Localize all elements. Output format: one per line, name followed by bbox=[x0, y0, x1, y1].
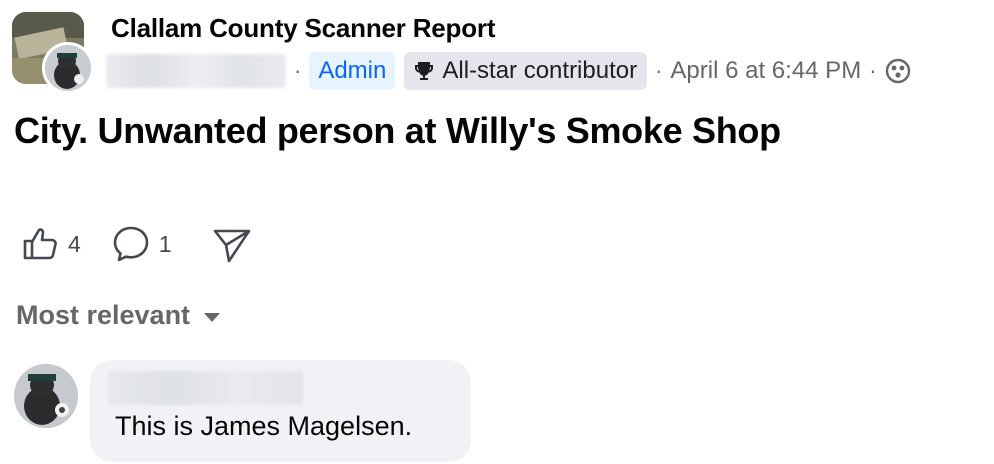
caret-down-icon bbox=[204, 313, 221, 322]
group-members-icon[interactable] bbox=[885, 58, 911, 84]
commenter-name-redacted[interactable] bbox=[108, 371, 303, 405]
comment-bubble-icon bbox=[111, 224, 151, 264]
comment-text: This is James Magelsen. bbox=[115, 411, 413, 441]
avatar-image-icon bbox=[14, 364, 78, 428]
share-button[interactable] bbox=[212, 224, 252, 264]
thumbs-up-icon bbox=[20, 224, 60, 264]
post-timestamp[interactable]: April 6 at 6:44 PM bbox=[670, 57, 861, 85]
comment-sort-dropdown[interactable]: Most relevant bbox=[16, 300, 221, 331]
sort-label: Most relevant bbox=[16, 300, 191, 330]
commenter-avatar[interactable] bbox=[14, 364, 78, 428]
trophy-icon bbox=[415, 62, 434, 80]
group-name-link[interactable]: Clallam County Scanner Report bbox=[111, 13, 495, 44]
post-meta: · Admin All-star contributor · April 6 a… bbox=[106, 52, 911, 90]
meta-separator: · bbox=[655, 58, 663, 83]
meta-separator: · bbox=[294, 58, 302, 83]
post-text: City. Unwanted person at Willy's Smoke S… bbox=[14, 110, 781, 151]
comment-button[interactable]: 1 bbox=[111, 224, 172, 264]
admin-badge[interactable]: Admin bbox=[309, 52, 396, 90]
allstar-label: All-star contributor bbox=[442, 57, 638, 84]
author-avatar[interactable] bbox=[42, 42, 94, 94]
author-name-redacted[interactable] bbox=[106, 54, 286, 88]
comment-bubble: This is James Magelsen. bbox=[90, 360, 471, 462]
like-count: 4 bbox=[68, 230, 81, 257]
post-actions: 4 1 bbox=[20, 222, 252, 266]
meta-separator: · bbox=[869, 58, 877, 83]
like-button[interactable]: 4 bbox=[20, 224, 81, 264]
avatar-image-icon bbox=[45, 45, 91, 91]
allstar-contributor-badge[interactable]: All-star contributor bbox=[404, 52, 648, 90]
share-icon bbox=[212, 224, 252, 264]
comment-count: 1 bbox=[158, 230, 172, 257]
